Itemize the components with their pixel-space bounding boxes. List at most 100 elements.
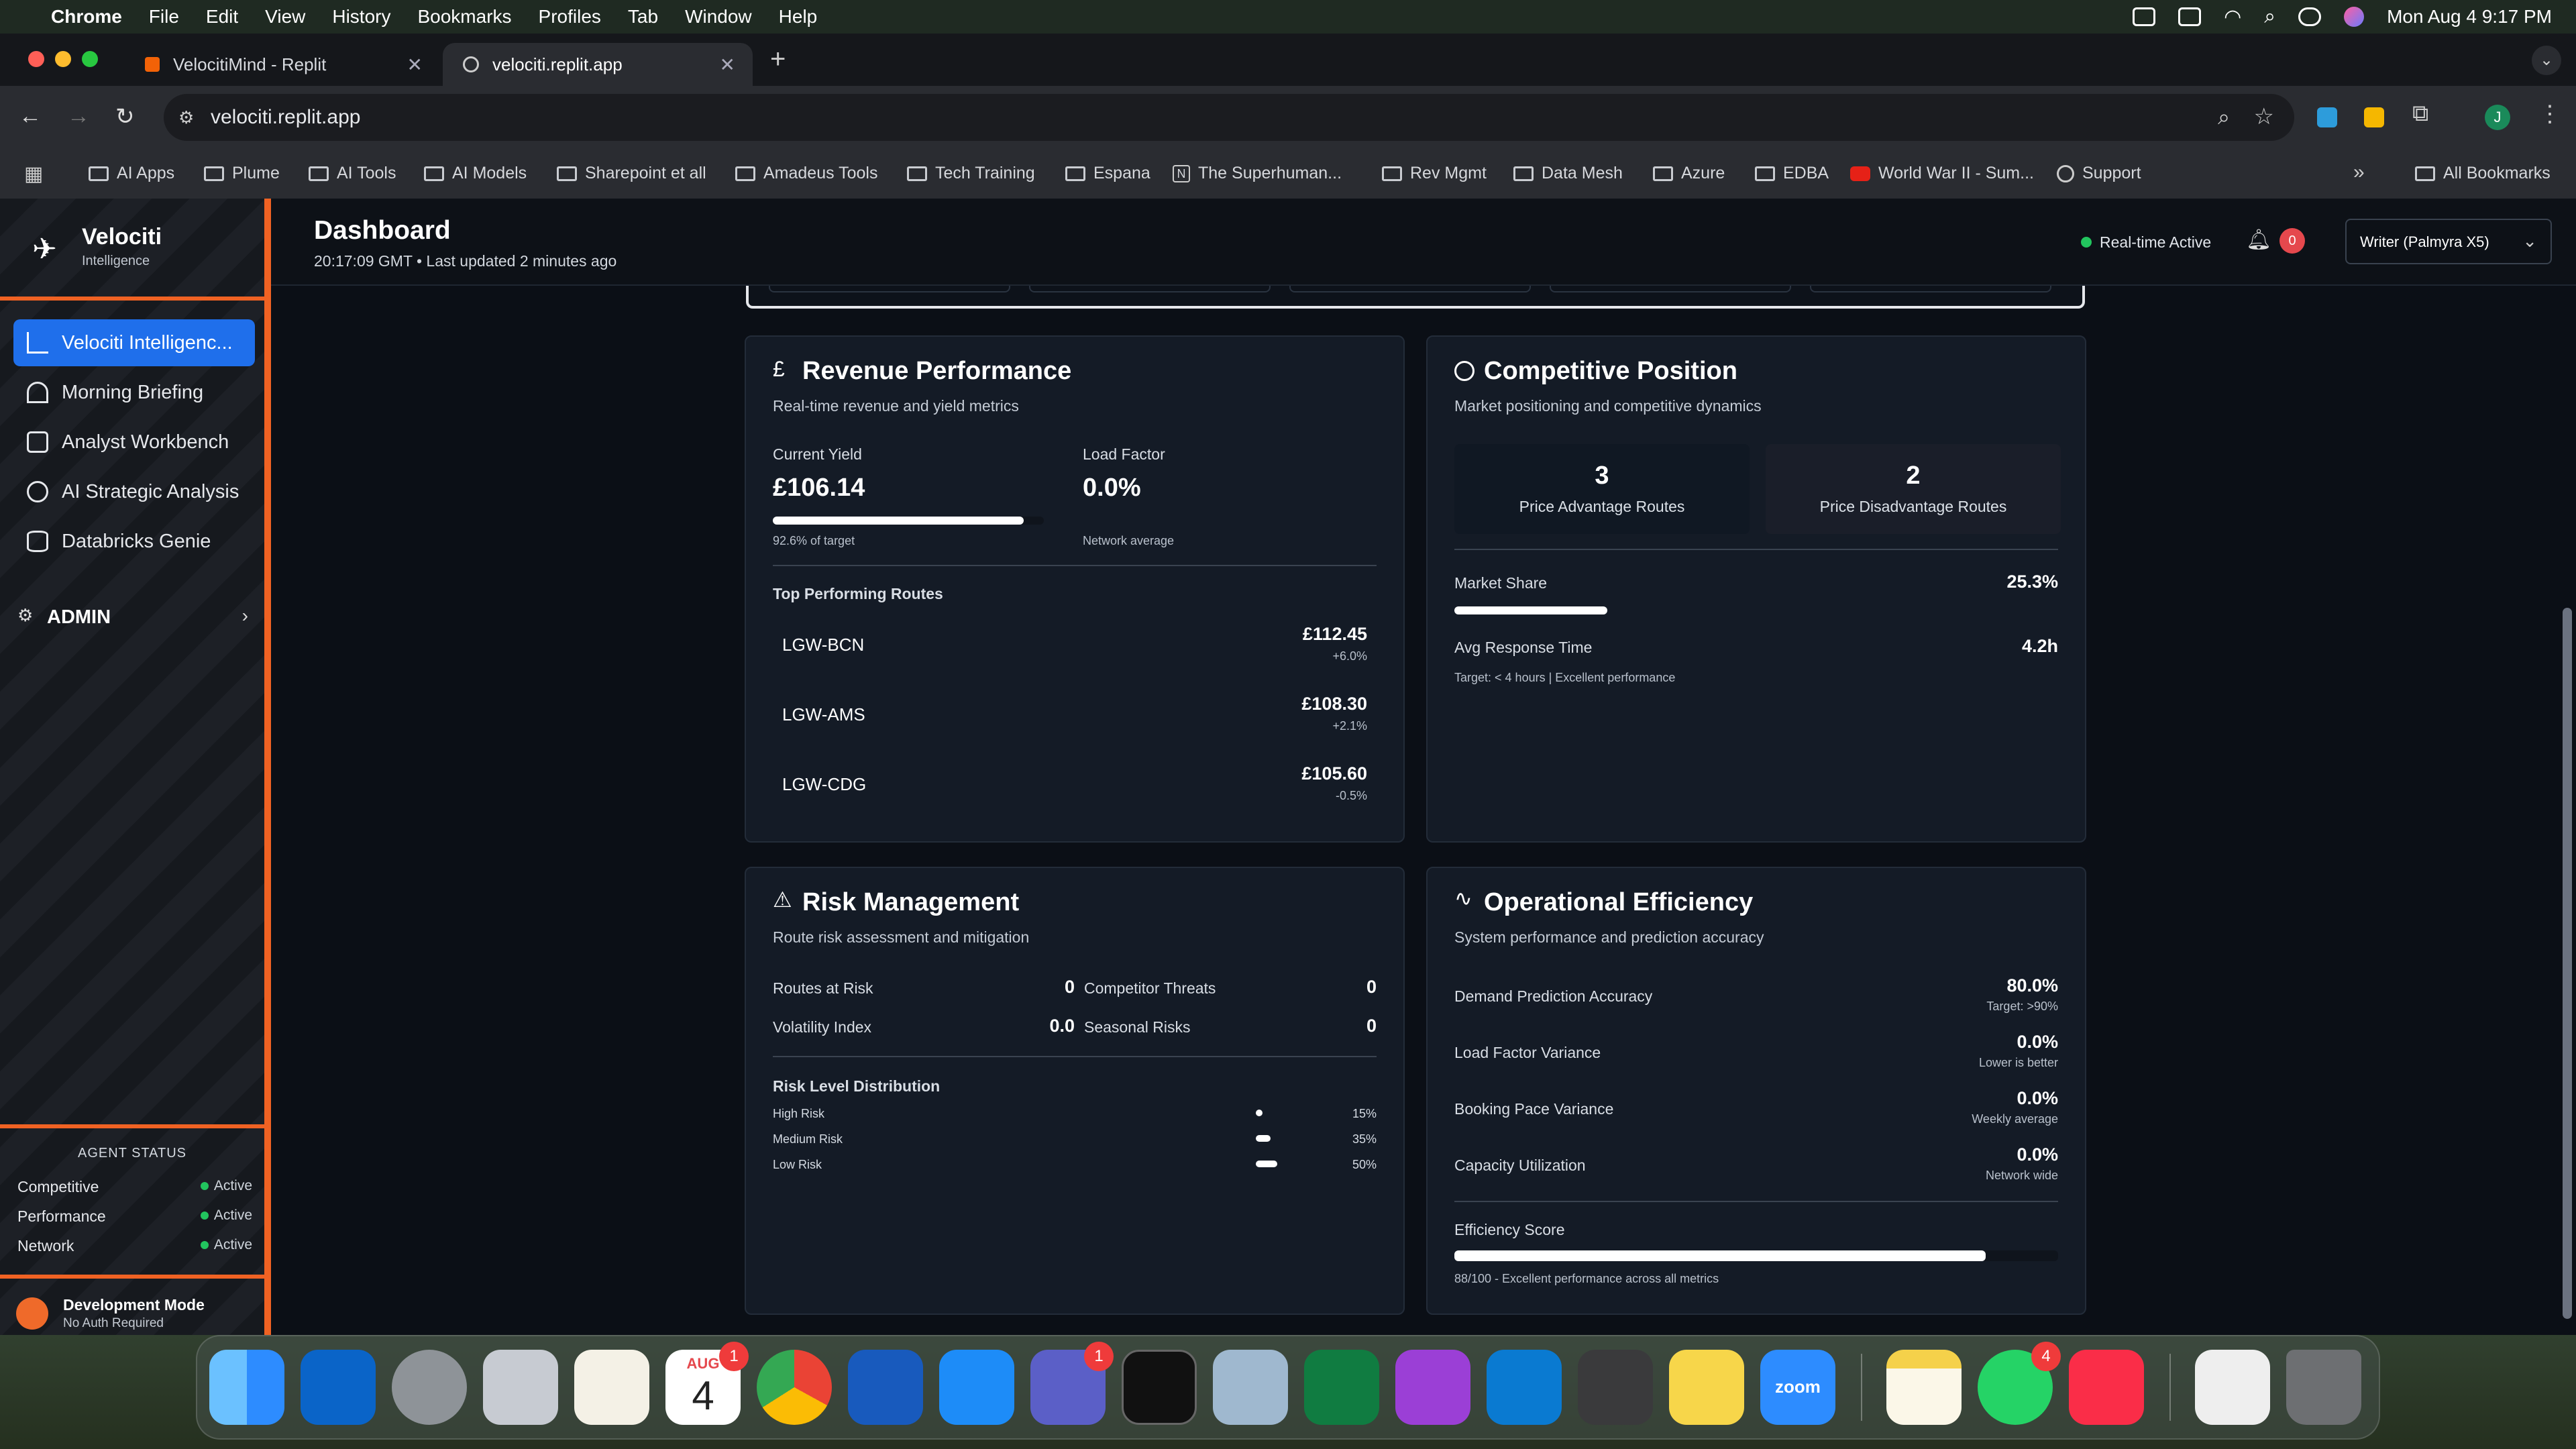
reload-button-icon[interactable]: ↻ [115,103,135,130]
bookmark-folder[interactable]: EDBA [1755,164,1829,183]
all-bookmarks-folder[interactable]: All Bookmarks [2415,164,2551,183]
response-time-note: Target: < 4 hours | Excellent performanc… [1454,671,1676,684]
launchpad-icon[interactable] [483,1350,558,1425]
app-store-icon[interactable] [939,1350,1014,1425]
menu-view[interactable]: View [265,6,305,28]
model-select[interactable]: Writer (Palmyra X5) ⌄ [2345,219,2552,264]
page-scrollbar[interactable] [2563,608,2572,1319]
profile-avatar[interactable]: J [2485,105,2510,130]
music-icon[interactable] [2069,1350,2144,1425]
new-tab-button[interactable]: + [770,44,786,74]
zoom-icon[interactable]: ⌕ [2218,105,2230,130]
menu-profiles[interactable]: Profiles [539,6,601,28]
apps-grid-icon[interactable]: ▦ [24,162,43,186]
window-minimize-button[interactable] [55,51,71,67]
calendar-icon[interactable]: AUG 4 1 [665,1342,749,1425]
wifi-icon[interactable]: ◠ [2224,5,2241,29]
menu-tab[interactable]: Tab [628,6,658,28]
nav-velociti-intelligence[interactable]: Velociti Intelligenc... [13,319,255,366]
tab-velocitimind-replit[interactable]: VelocitiMind - Replit ✕ [125,43,440,86]
bookmark-folder[interactable]: AI Apps [89,164,174,183]
bookmark-folder[interactable]: Sharepoint et all [557,164,706,183]
menu-app-name[interactable]: Chrome [51,6,122,28]
nav-databricks-genie[interactable]: Databricks Genie [13,518,255,565]
notes-icon[interactable] [1886,1350,1962,1425]
chrome-icon[interactable] [757,1350,832,1425]
menu-history[interactable]: History [332,6,390,28]
textedit-icon[interactable] [574,1350,649,1425]
route-row[interactable]: LGW-BCN £112.45 +6.0% [773,617,1377,682]
bookmark-folder[interactable]: Plume [204,164,280,183]
risk-level-label: Low Risk [773,1158,822,1171]
nav-analyst-workbench[interactable]: Analyst Workbench [13,419,255,466]
system-settings-icon[interactable] [392,1350,467,1425]
zoom-icon[interactable]: zoom [1760,1350,1835,1425]
stickies-icon[interactable] [1669,1350,1744,1425]
spotlight-search-icon[interactable]: ⌕ [2264,5,2275,28]
macos-menu-bar: Chrome File Edit View History Bookmarks … [0,0,2576,34]
bookmark-label: The Superhuman... [1198,164,1342,182]
chrome-menu-icon[interactable]: ⋮ [2538,101,2561,127]
extensions-puzzle-icon[interactable]: ⧉ [2412,101,2428,127]
menu-file[interactable]: File [149,6,179,28]
finder-icon[interactable] [209,1350,284,1425]
site-settings-icon[interactable]: ⚙ [178,107,194,128]
battery-icon[interactable] [2178,7,2202,26]
window-zoom-button[interactable] [82,51,98,67]
menu-bookmarks[interactable]: Bookmarks [417,6,511,28]
tab-velociti-app[interactable]: velociti.replit.app ✕ [443,43,753,86]
bookmark-folder[interactable]: Amadeus Tools [735,164,877,183]
model-select-value: Writer (Palmyra X5) [2360,233,2489,250]
menu-window[interactable]: Window [685,6,752,28]
outlook-icon[interactable] [301,1350,376,1425]
menubar-clock[interactable]: Mon Aug 4 9:17 PM [2387,6,2552,28]
terminal-icon[interactable] [1122,1350,1197,1425]
extension-icon[interactable] [2364,107,2384,127]
database-icon [27,531,48,552]
bell-icon[interactable]: 🔔︎ [2246,228,2271,252]
podcasts-icon[interactable] [1395,1350,1470,1425]
tab-close-icon[interactable]: ✕ [407,54,423,76]
extension-icon[interactable] [2317,107,2337,127]
bookmark-star-icon[interactable]: ☆ [2254,103,2274,130]
window-close-button[interactable] [28,51,44,67]
word-icon[interactable] [848,1350,923,1425]
route-row[interactable]: LGW-CDG £105.60 -0.5% [773,757,1377,821]
bookmark-folder[interactable]: Azure [1653,164,1725,183]
nav-ai-strategic-analysis[interactable]: AI Strategic Analysis [13,468,255,515]
bookmark-link[interactable]: World War II - Sum... [1850,164,2034,183]
whatsapp-icon[interactable]: 4 [1978,1342,2061,1425]
card-title: Risk Management [802,888,1020,916]
bookmark-folder[interactable]: Rev Mgmt [1382,164,1487,183]
menu-edit[interactable]: Edit [206,6,238,28]
preview-icon[interactable] [1213,1350,1288,1425]
bookmark-folder[interactable]: Tech Training [907,164,1035,183]
bookmark-link[interactable]: N The Superhuman... [1173,164,1342,183]
bookmark-folder[interactable]: Data Mesh [1513,164,1623,183]
nav-morning-briefing[interactable]: Morning Briefing [13,369,255,416]
siri-icon[interactable] [2344,7,2365,27]
accessibility-status-icon[interactable] [2133,7,2156,26]
calculator-icon[interactable] [1578,1350,1653,1425]
menu-help[interactable]: Help [779,6,818,28]
forward-button-icon[interactable]: → [67,103,90,129]
address-bar[interactable]: ⚙ velociti.replit.app ⌕ ☆ [164,94,2294,141]
vscode-icon[interactable] [1487,1350,1562,1425]
admin-section[interactable]: ⚙ ADMIN › [17,601,248,635]
tab-close-icon[interactable]: ✕ [720,54,735,76]
trash-icon[interactable] [2286,1350,2361,1425]
bookmark-folder[interactable]: Espana [1065,164,1150,183]
bookmark-folder[interactable]: AI Tools [309,164,396,183]
more-bookmarks-icon[interactable]: » [2353,161,2365,184]
back-button-icon[interactable]: ← [19,103,42,129]
bookmark-link[interactable]: Support [2057,164,2141,183]
database-file-icon[interactable] [2195,1350,2270,1425]
route-row[interactable]: LGW-AMS £108.30 +2.1% [773,687,1377,751]
teams-icon[interactable]: 1 [1030,1342,1114,1425]
bookmark-folder[interactable]: AI Models [424,164,527,183]
control-center-icon[interactable] [2298,7,2322,26]
tab-search-button[interactable]: ⌄ [2532,46,2561,75]
notification-badge[interactable]: 0 [2279,228,2305,254]
dev-mode-panel[interactable]: Development Mode No Auth Required [0,1285,264,1335]
excel-icon[interactable] [1304,1350,1379,1425]
